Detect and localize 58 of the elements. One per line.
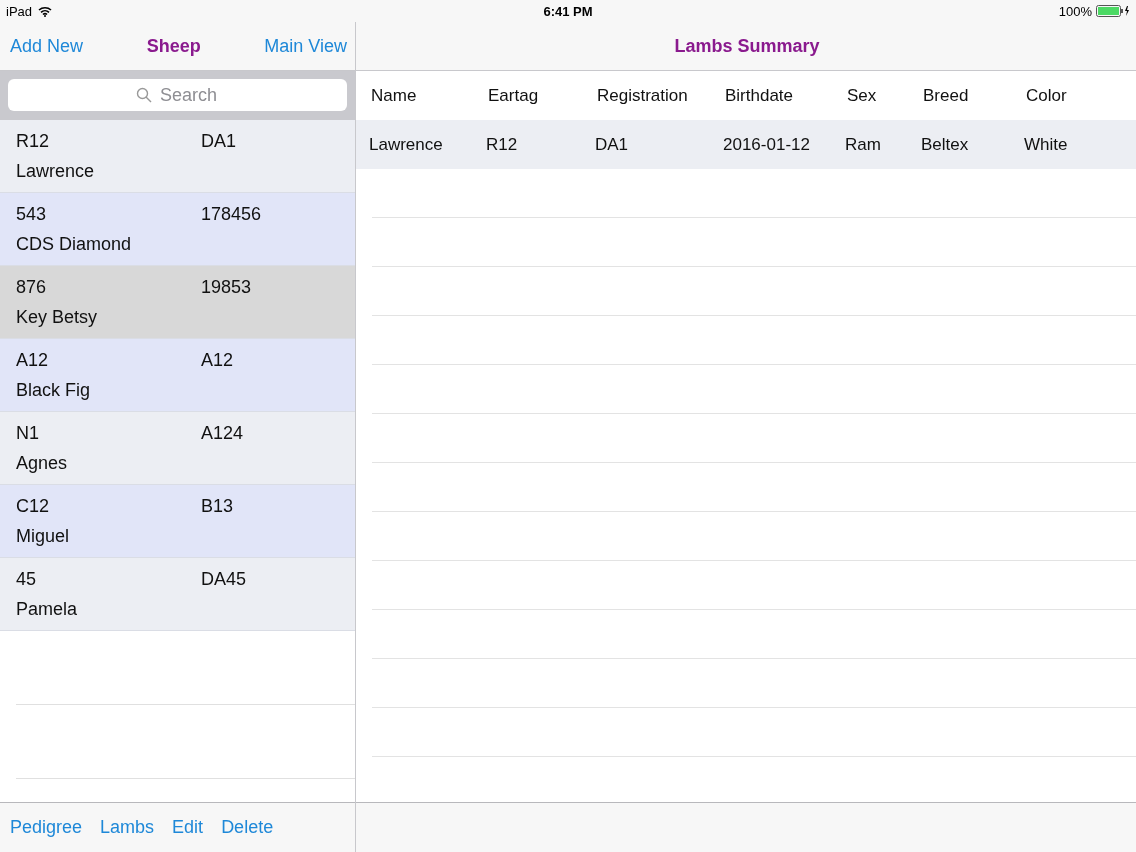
toolbar-button[interactable]: Lambs [100, 817, 159, 838]
sheep-list-item[interactable]: 543 178456 CDS Diamond [0, 193, 355, 266]
toolbar-button[interactable]: Delete [221, 817, 278, 838]
registration-text: B13 [201, 495, 235, 517]
clock-time: 6:41 PM [543, 3, 593, 19]
sheep-list-item[interactable]: R12 DA1 Lawrence [0, 120, 355, 193]
search-field[interactable]: Search [8, 79, 347, 111]
column-header: Registration [597, 85, 689, 106]
sheep-name: Miguel [16, 525, 71, 547]
table-cell-text: Ram [845, 134, 882, 155]
wifi-icon [38, 5, 53, 17]
main-view-button[interactable]: Main View [264, 35, 347, 57]
sheep-name: Lawrence [16, 160, 96, 182]
registration-text: 19853 [201, 276, 253, 298]
sheep-name: Pamela [16, 598, 79, 620]
registration-text: A124 [201, 422, 245, 444]
column-header: Eartag [488, 85, 540, 106]
sheep-name: Agnes [16, 452, 69, 474]
table-row[interactable]: Lawrence R12 DA1 2016-01-12 Ram Beltex White [356, 120, 1136, 169]
table-cell-text: 2016-01-12 [723, 134, 811, 155]
column-header: Color [1026, 85, 1068, 106]
search-icon [136, 87, 152, 103]
sheep-list-item[interactable]: 45 DA45 Pamela [0, 558, 355, 631]
device-label: iPad [6, 3, 33, 19]
table-cell-text: White [1024, 134, 1069, 155]
sheep-name: Key Betsy [16, 306, 99, 328]
eartag-text: A12 [16, 349, 50, 371]
eartag-text: C12 [16, 495, 51, 517]
registration-text: 178456 [201, 203, 263, 225]
table-cell-text: Beltex [921, 134, 970, 155]
column-header: Name [371, 85, 418, 106]
column-header: Sex [847, 85, 878, 106]
toolbar-button[interactable]: Pedigree [10, 817, 87, 838]
page-title: Lambs Summary [674, 35, 820, 57]
registration-text: DA45 [201, 568, 248, 590]
column-header: Breed [923, 85, 970, 106]
toolbar-button[interactable]: Edit [172, 817, 208, 838]
eartag-text: R12 [16, 130, 51, 152]
battery-percent: 100% [1058, 3, 1092, 19]
sheep-list-item[interactable]: N1 A124 Agnes [0, 412, 355, 485]
eartag-text: 45 [16, 568, 38, 590]
table-cell-text: R12 [486, 134, 519, 155]
eartag-text: 543 [16, 203, 48, 225]
table-cell-text: DA1 [595, 134, 630, 155]
table-cell-text: Lawrence [369, 134, 444, 155]
add-new-button[interactable]: Add New [10, 35, 84, 57]
sheep-list-item[interactable]: A12 A12 Black Fig [0, 339, 355, 412]
sheep-name: Black Fig [16, 379, 92, 401]
column-header: Birthdate [725, 85, 795, 106]
eartag-text: N1 [16, 422, 40, 444]
eartag-text: 876 [16, 276, 48, 298]
sidebar-title: Sheep [146, 35, 201, 57]
sheep-list-item[interactable]: C12 B13 Miguel [0, 485, 355, 558]
battery-icon [1096, 5, 1130, 17]
sheep-name: CDS Diamond [16, 233, 133, 255]
registration-text: DA1 [201, 130, 237, 152]
sheep-list-item[interactable]: 876 19853 Key Betsy [0, 266, 355, 339]
registration-text: A12 [201, 349, 235, 371]
